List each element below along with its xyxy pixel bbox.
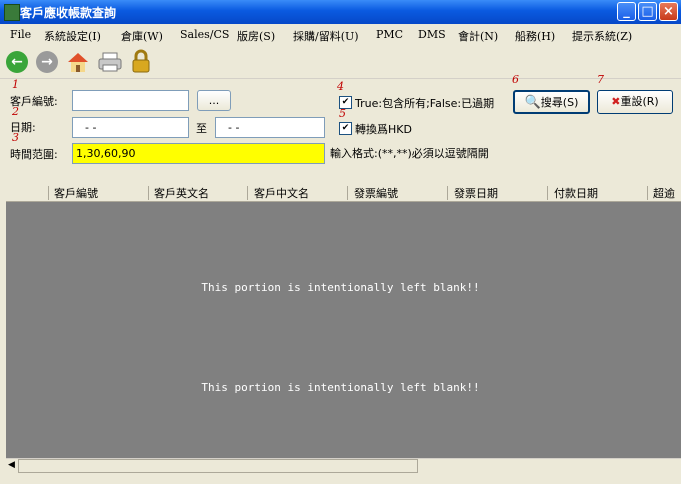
magnifier-icon: 🔍 bbox=[524, 95, 541, 110]
annotation-7: 7 bbox=[597, 73, 604, 86]
menu-notification[interactable]: 提示系統(Z) bbox=[572, 28, 632, 44]
blank-notice-bottom: This portion is intentionally left blank… bbox=[201, 381, 480, 394]
column-overdue[interactable]: 超逾 bbox=[653, 185, 675, 201]
convert-hkd-checkbox[interactable]: ✔ bbox=[339, 122, 352, 135]
menu-sales-cs[interactable]: Sales/CS bbox=[180, 28, 229, 41]
time-range-input[interactable]: 1,30,60,90 bbox=[72, 143, 325, 164]
scrollbar-thumb[interactable] bbox=[18, 459, 418, 473]
column-customer-chinese-name[interactable]: 客戶中文名 bbox=[254, 185, 309, 201]
minimize-button[interactable]: _ bbox=[617, 2, 636, 21]
reset-button-label: 重設(R) bbox=[620, 95, 659, 108]
column-separator[interactable] bbox=[447, 186, 448, 200]
column-customer-english-name[interactable]: 客戶英文名 bbox=[154, 185, 209, 201]
menu-system-settings[interactable]: 系統設定(I) bbox=[44, 28, 101, 44]
time-range-hint: 輸入格式:(**,**)必須以逗號隔開 bbox=[330, 147, 489, 160]
blank-notice-top: This portion is intentionally left blank… bbox=[201, 281, 480, 294]
forward-arrow-icon[interactable]: → bbox=[36, 51, 58, 73]
search-button-label: 搜尋(S) bbox=[540, 96, 579, 109]
annotation-4: 4 bbox=[337, 80, 344, 93]
reset-button[interactable]: ✖重設(R) bbox=[597, 90, 673, 114]
column-payment-date[interactable]: 付款日期 bbox=[554, 185, 598, 201]
window-title: 客戶應收帳款查詢 bbox=[20, 6, 117, 20]
results-grid[interactable] bbox=[6, 183, 681, 459]
include-all-checkbox[interactable]: ✔ bbox=[339, 96, 352, 109]
menu-pattern-room[interactable]: 版房(S) bbox=[237, 28, 275, 44]
close-button[interactable]: × bbox=[659, 2, 678, 21]
column-separator[interactable] bbox=[347, 186, 348, 200]
back-arrow-icon[interactable]: ← bbox=[6, 51, 28, 73]
menu-file[interactable]: File bbox=[10, 28, 31, 41]
status-bar bbox=[0, 475, 681, 484]
date-label: 日期: bbox=[10, 121, 36, 134]
annotation-1: 1 bbox=[12, 78, 19, 91]
menu-warehouse[interactable]: 倉庫(W) bbox=[121, 28, 163, 44]
column-customer-code[interactable]: 客戶編號 bbox=[54, 185, 98, 201]
time-range-label: 時間范圍: bbox=[10, 148, 58, 161]
column-separator[interactable] bbox=[647, 186, 648, 200]
menu-pmc[interactable]: PMC bbox=[376, 28, 403, 41]
menu-purchasing[interactable]: 採購/留料(U) bbox=[293, 28, 359, 44]
printer-icon[interactable] bbox=[97, 51, 123, 73]
menu-dms[interactable]: DMS bbox=[418, 28, 446, 41]
maximize-button[interactable]: □ bbox=[638, 2, 657, 21]
include-all-label: True:包含所有;False:已過期 bbox=[355, 97, 495, 110]
convert-hkd-label: 轉換爲HKD bbox=[355, 123, 412, 136]
column-separator[interactable] bbox=[247, 186, 248, 200]
menu-accounting[interactable]: 會計(N) bbox=[458, 28, 498, 44]
annotation-6: 6 bbox=[512, 73, 519, 86]
search-button[interactable]: 🔍搜尋(S) bbox=[513, 90, 590, 114]
home-icon[interactable] bbox=[66, 51, 90, 73]
column-separator[interactable] bbox=[48, 186, 49, 200]
column-separator[interactable] bbox=[148, 186, 149, 200]
column-invoice-date[interactable]: 發票日期 bbox=[454, 185, 498, 201]
date-from-input[interactable]: - - bbox=[72, 117, 189, 138]
app-icon bbox=[4, 4, 20, 21]
customer-code-input[interactable] bbox=[72, 90, 189, 111]
lock-icon[interactable] bbox=[130, 49, 152, 73]
customer-code-label: 客戶編號: bbox=[10, 95, 58, 108]
menu-shipping[interactable]: 船務(H) bbox=[515, 28, 555, 44]
date-to-input[interactable]: - - bbox=[215, 117, 325, 138]
scroll-left-arrow-icon[interactable]: ◀ bbox=[8, 460, 15, 470]
date-to-label: 至 bbox=[196, 122, 207, 135]
customer-browse-button[interactable]: ... bbox=[197, 90, 231, 111]
column-invoice-number[interactable]: 發票編號 bbox=[354, 185, 398, 201]
column-separator[interactable] bbox=[547, 186, 548, 200]
